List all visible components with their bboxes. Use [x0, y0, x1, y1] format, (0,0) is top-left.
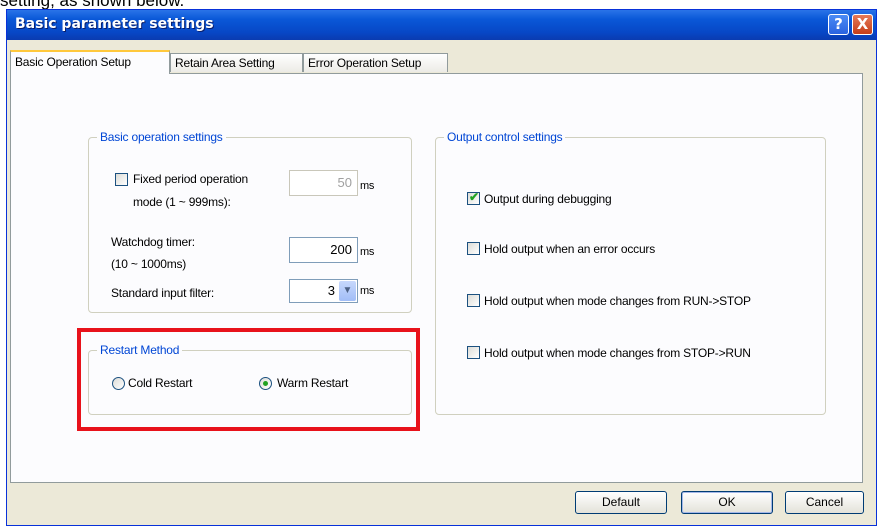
input-filter-unit: ms	[360, 285, 375, 297]
close-icon[interactable]: X	[852, 14, 873, 35]
hold-output-error-checkbox[interactable]	[467, 242, 480, 255]
window-title: Basic parameter settings	[15, 16, 214, 32]
input-filter-label: Standard input filter:	[111, 286, 214, 300]
output-debugging-checkbox[interactable]: ✔	[467, 190, 480, 205]
input-filter-value: 3	[327, 283, 335, 298]
hold-output-run-stop-label: Hold output when mode changes from RUN->…	[484, 294, 751, 308]
fixed-period-unit: ms	[360, 180, 375, 192]
input-filter-select[interactable]: 3 ▼	[289, 279, 358, 303]
watchdog-input[interactable]: 200	[289, 237, 358, 263]
fixed-period-checkbox[interactable]	[115, 173, 128, 186]
output-control-group: Output control settings	[435, 130, 826, 415]
default-button[interactable]: Default	[575, 491, 667, 514]
tab-basic-operation-setup[interactable]: Basic Operation Setup	[10, 50, 170, 74]
output-control-title: Output control settings	[444, 130, 566, 144]
hold-output-stop-run-label: Hold output when mode changes from STOP-…	[484, 346, 751, 360]
ok-button[interactable]: OK	[681, 491, 773, 514]
chevron-down-icon[interactable]: ▼	[339, 281, 356, 301]
cancel-button[interactable]: Cancel	[785, 491, 864, 514]
output-debugging-label: Output during debugging	[484, 192, 612, 206]
fixed-period-input[interactable]: 50	[289, 170, 358, 196]
restart-highlight-box	[77, 328, 420, 431]
watchdog-label-line1: Watchdog timer:	[111, 235, 195, 249]
checkmark-icon: ✔	[469, 190, 480, 204]
fixed-period-label-line1: Fixed period operation	[133, 172, 249, 186]
hold-output-run-stop-checkbox[interactable]	[467, 294, 480, 307]
hold-output-stop-run-checkbox[interactable]	[467, 346, 480, 359]
watchdog-unit: ms	[360, 246, 375, 258]
basic-operation-title: Basic operation settings	[97, 130, 226, 144]
tab-error-operation-setup[interactable]: Error Operation Setup	[303, 53, 448, 72]
watchdog-label-line2: (10 ~ 1000ms)	[111, 257, 187, 271]
tab-retain-area-setting[interactable]: Retain Area Setting	[170, 53, 303, 72]
hold-output-error-label: Hold output when an error occurs	[484, 242, 656, 256]
fixed-period-label-line2: mode (1 ~ 999ms):	[133, 195, 231, 209]
help-icon[interactable]: ?	[828, 14, 849, 35]
title-bar[interactable]: Basic parameter settings ? X	[7, 10, 876, 40]
